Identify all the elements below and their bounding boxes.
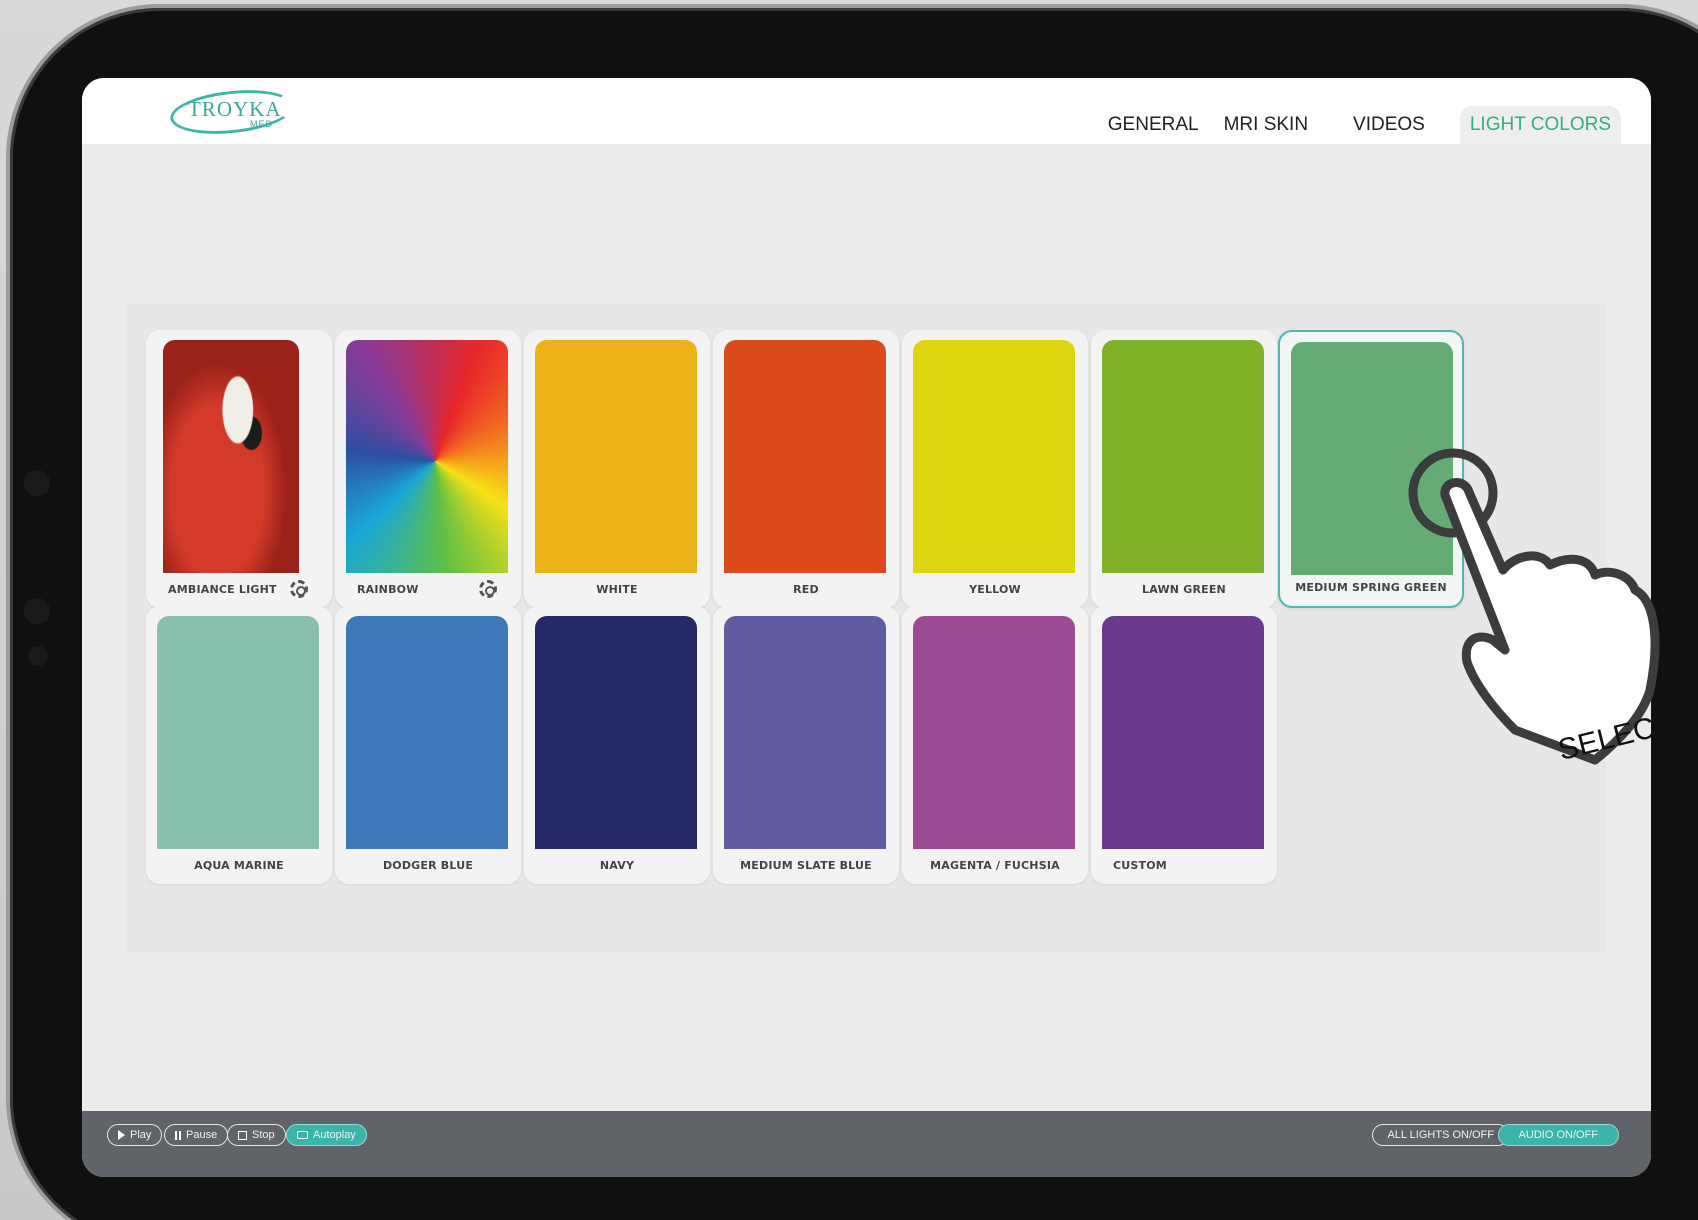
color-swatch [724, 616, 886, 849]
stop-button[interactable]: Stop [227, 1124, 286, 1146]
color-card-custom[interactable]: CUSTOM [1091, 606, 1277, 884]
color-swatch [535, 340, 697, 573]
color-card-ambiance-light[interactable]: AMBIANCE LIGHT [146, 330, 332, 608]
color-card-rainbow[interactable]: RAINBOW [335, 330, 521, 608]
gear-icon[interactable] [479, 580, 497, 598]
color-swatch [535, 616, 697, 849]
stop-icon [238, 1130, 247, 1140]
color-swatch [346, 340, 508, 573]
tab-mri-skin[interactable]: MRI SKIN [1214, 106, 1318, 144]
autoplay-label: Autoplay [313, 1129, 356, 1141]
stop-label: Stop [252, 1129, 275, 1141]
color-card-label: MEDIUM SLATE BLUE [740, 859, 872, 872]
color-card-label: YELLOW [969, 583, 1021, 596]
color-card-red[interactable]: RED [713, 330, 899, 608]
color-swatch [346, 616, 508, 849]
color-card-yellow[interactable]: YELLOW [902, 330, 1088, 608]
play-button[interactable]: Play [107, 1124, 163, 1146]
color-card-medium-slate-blue[interactable]: MEDIUM SLATE BLUE [713, 606, 899, 884]
stage: TROYKA MED GENERAL MRI SKIN VIDEOS LIGHT… [0, 0, 1698, 1220]
color-swatch [157, 616, 319, 849]
color-swatch [913, 616, 1075, 849]
color-card-aqua-marine[interactable]: AQUA MARINE [146, 606, 332, 884]
color-card-navy[interactable]: NAVY [524, 606, 710, 884]
color-card-label: LAWN GREEN [1142, 583, 1226, 596]
color-card-label: WHITE [596, 583, 638, 596]
color-card-label: RED [793, 583, 819, 596]
top-bar: TROYKA MED GENERAL MRI SKIN VIDEOS LIGHT… [82, 78, 1651, 144]
side-button [24, 470, 50, 496]
pause-button[interactable]: Pause [164, 1124, 229, 1146]
troyka-logo[interactable]: TROYKA MED [168, 84, 296, 140]
color-swatch [1102, 340, 1264, 573]
loop-icon [297, 1131, 308, 1139]
color-card-label: NAVY [599, 859, 635, 872]
color-swatch [724, 340, 886, 573]
bottom-control-bar: Play Pause Stop Autoplay ALL LIGHTS ON/O… [82, 1111, 1651, 1177]
color-swatch [913, 340, 1075, 573]
all-lights-label: ALL LIGHTS ON/OFF [1387, 1129, 1494, 1141]
color-grid-panel: AMBIANCE LIGHT RAINBOW WHITE RED YELLOW LAWN … [126, 304, 1606, 952]
audio-label: AUDIO ON/OFF [1518, 1129, 1598, 1141]
audio-toggle[interactable]: AUDIO ON/OFF [1497, 1124, 1619, 1146]
color-card-label: MAGENTA / FUCHSIA [930, 859, 1060, 872]
color-card-label: CUSTOM [1113, 859, 1167, 872]
color-card-label: DODGER BLUE [382, 859, 474, 872]
side-button [28, 646, 48, 666]
pause-label: Pause [186, 1129, 218, 1141]
tab-general[interactable]: GENERAL [1098, 106, 1209, 144]
color-card-lawn-green[interactable]: LAWN GREEN [1091, 330, 1277, 608]
play-icon [118, 1130, 125, 1140]
color-card-dodger-blue[interactable]: DODGER BLUE [335, 606, 521, 884]
side-button [24, 598, 50, 624]
color-card-white[interactable]: WHITE [524, 330, 710, 608]
logo-subtext: MED [250, 119, 273, 129]
play-label: Play [130, 1129, 152, 1141]
pause-icon [175, 1130, 181, 1140]
tab-light-colors[interactable]: LIGHT COLORS [1459, 106, 1621, 144]
color-swatch [1102, 616, 1264, 849]
autoplay-button[interactable]: Autoplay [286, 1124, 367, 1146]
gear-icon[interactable] [290, 580, 308, 598]
all-lights-toggle[interactable]: ALL LIGHTS ON/OFF [1372, 1124, 1509, 1146]
color-card-magenta-fuchsia[interactable]: MAGENTA / FUCHSIA [902, 606, 1088, 884]
color-card-label: AQUA MARINE [194, 859, 284, 872]
tab-videos[interactable]: VIDEOS [1343, 106, 1435, 144]
main-nav: GENERAL MRI SKIN VIDEOS LIGHT COLORS [1098, 106, 1621, 144]
color-swatch [163, 340, 299, 573]
